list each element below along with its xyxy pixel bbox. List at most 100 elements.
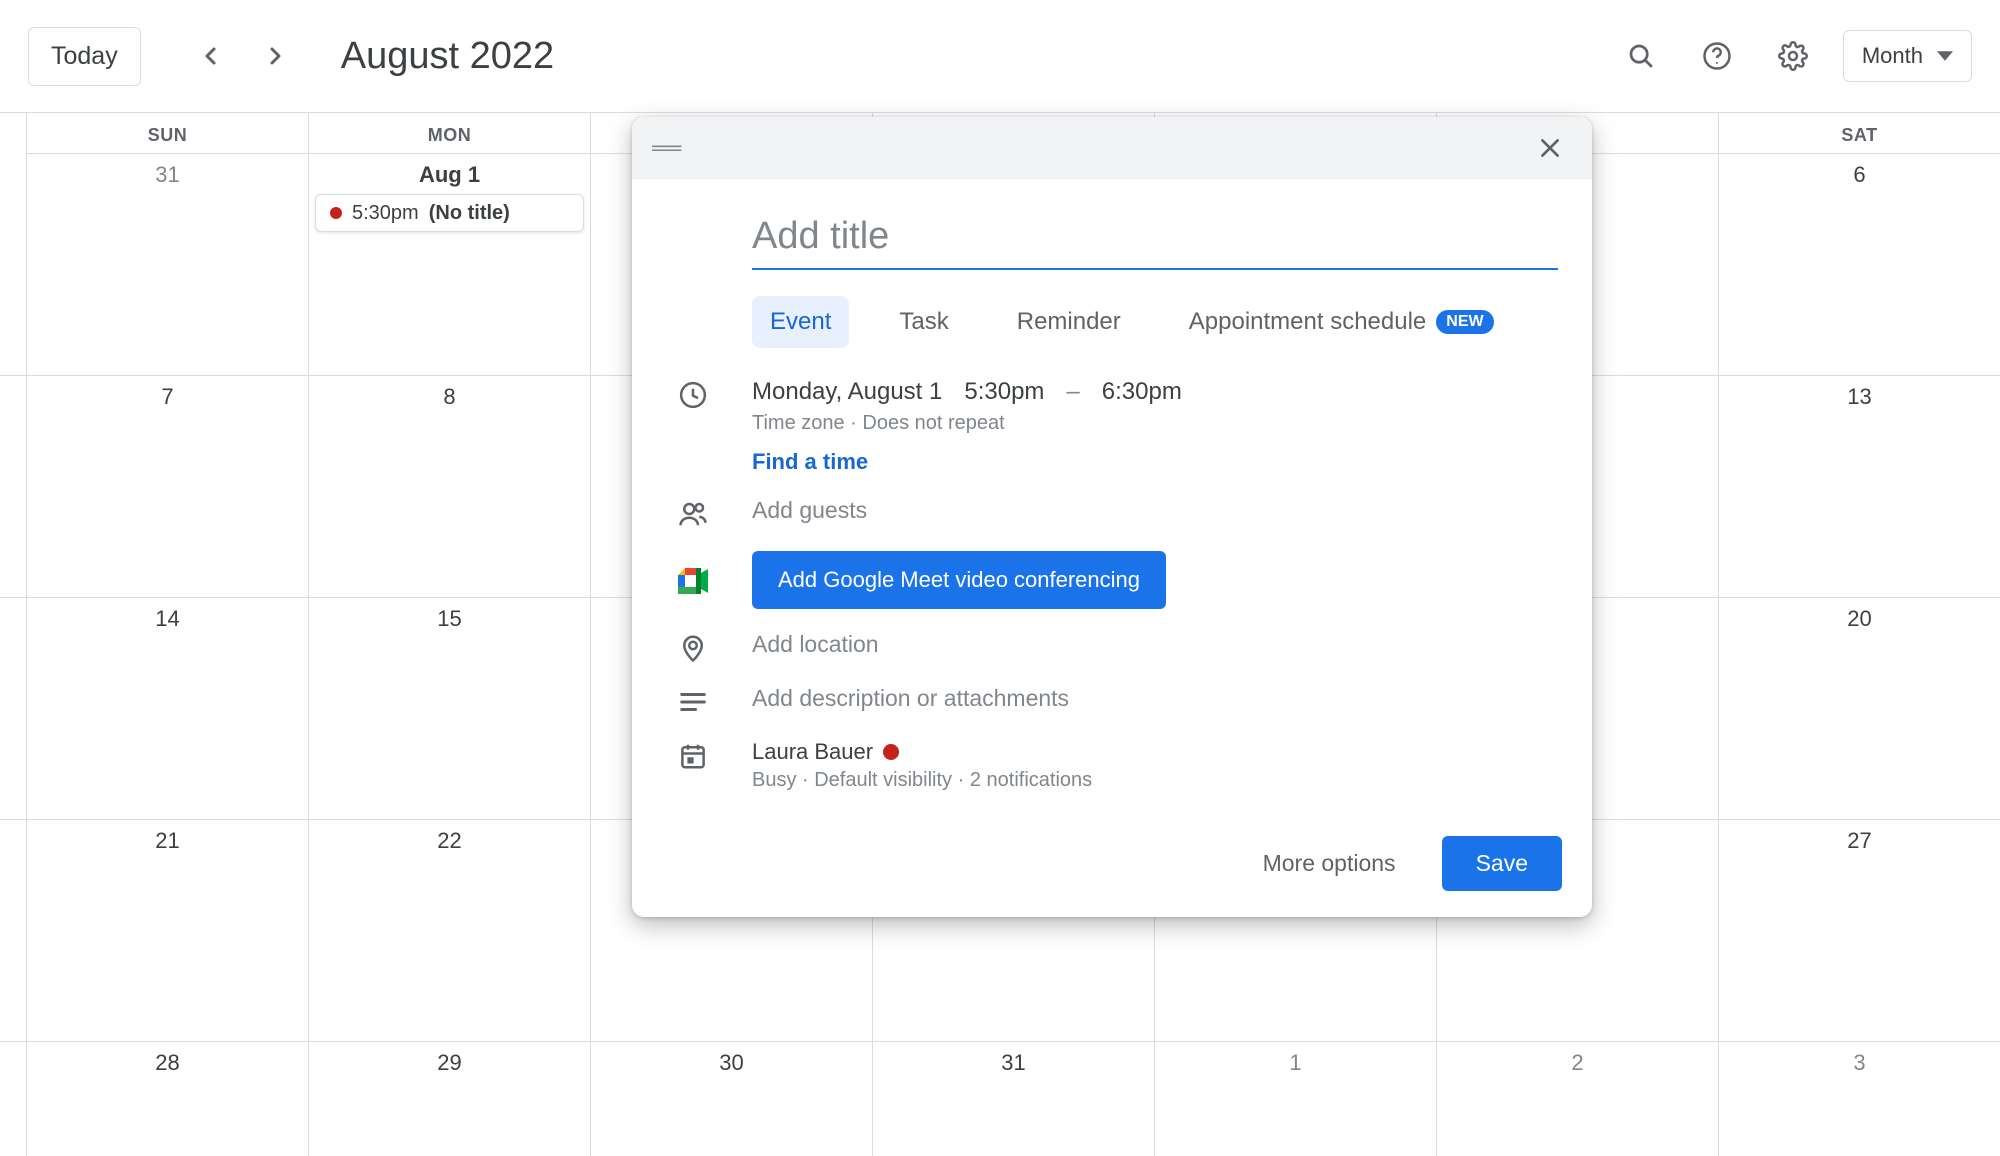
google-meet-icon — [678, 568, 708, 594]
tab-appointment-schedule[interactable]: Appointment schedule NEW — [1171, 296, 1512, 348]
add-meet-button[interactable]: Add Google Meet video conferencing — [752, 551, 1166, 609]
top-toolbar: Today August 2022 Month — [0, 0, 2000, 113]
day-number: 29 — [309, 1042, 590, 1076]
start-time: 5:30pm — [964, 378, 1044, 406]
day-cell[interactable]: Aug 1 5:30pm (No title) — [308, 153, 590, 375]
dialog-footer: More options Save — [632, 816, 1592, 917]
view-selector[interactable]: Month — [1843, 30, 1972, 82]
people-icon — [678, 499, 708, 529]
day-cell[interactable]: 22 — [308, 819, 590, 1041]
view-selector-label: Month — [1862, 43, 1923, 69]
event-type-tabs: Event Task Reminder Appointment schedule… — [752, 296, 1558, 348]
today-button[interactable]: Today — [28, 27, 141, 86]
settings-button[interactable] — [1767, 30, 1819, 82]
tab-event[interactable]: Event — [752, 296, 849, 348]
day-number: 31 — [27, 154, 308, 188]
event-time: 5:30pm — [352, 202, 419, 225]
description-row: Add description or attachments — [666, 685, 1558, 717]
day-cell[interactable]: 13 — [1718, 375, 2000, 597]
day-number: 27 — [1719, 820, 2000, 854]
day-cell[interactable]: 21 — [26, 819, 308, 1041]
datetime-row: Monday, August 1 5:30pm – 6:30pm Time zo… — [666, 378, 1558, 475]
organizer-block[interactable]: Laura Bauer Busy · Default visibility · … — [752, 739, 1558, 792]
day-cell[interactable]: 2 — [1436, 1041, 1718, 1156]
day-cell[interactable]: 27 — [1718, 819, 2000, 1041]
dialog-body: Event Task Reminder Appointment schedule… — [632, 179, 1592, 816]
day-cell[interactable]: 14 — [26, 597, 308, 819]
organizer-name: Laura Bauer — [752, 739, 873, 765]
add-location-field[interactable]: Add location — [752, 631, 1558, 658]
datetime-line[interactable]: Monday, August 1 5:30pm – 6:30pm — [752, 378, 1558, 406]
day-number: 21 — [27, 820, 308, 854]
help-icon — [1702, 41, 1732, 71]
dialog-header: ══ — [632, 117, 1592, 179]
close-icon — [1537, 135, 1563, 161]
calendar-icon — [678, 741, 708, 771]
location-row: Add location — [666, 631, 1558, 663]
tz-repeat-line[interactable]: Time zone · Does not repeat — [752, 412, 1558, 435]
day-cell[interactable]: 30 — [590, 1041, 872, 1156]
event-title-input[interactable] — [752, 209, 1558, 270]
day-cell[interactable]: 29 — [308, 1041, 590, 1156]
day-cell[interactable]: 8 — [308, 375, 590, 597]
day-cell[interactable]: 31 — [872, 1041, 1154, 1156]
clock-icon — [678, 380, 708, 410]
day-number: 20 — [1719, 598, 2000, 632]
day-cell[interactable]: 7 — [26, 375, 308, 597]
toolbar-right: Month — [1615, 30, 1972, 82]
tab-reminder[interactable]: Reminder — [999, 296, 1139, 348]
tab-label: Appointment schedule — [1189, 308, 1427, 336]
dialog-rows: Monday, August 1 5:30pm – 6:30pm Time zo… — [666, 378, 1558, 792]
day-number: 30 — [591, 1042, 872, 1076]
drag-handle-icon[interactable]: ══ — [652, 135, 679, 161]
next-month-button[interactable] — [251, 32, 299, 80]
day-number: 6 — [1719, 154, 2000, 188]
day-number: 1 — [1155, 1042, 1436, 1076]
month-nav — [187, 32, 299, 80]
day-number: 15 — [309, 598, 590, 632]
day-cell[interactable]: 20 — [1718, 597, 2000, 819]
day-number: 3 — [1719, 1042, 2000, 1076]
more-options-button[interactable]: More options — [1245, 836, 1414, 891]
day-number: 8 — [309, 376, 590, 410]
tab-task[interactable]: Task — [881, 296, 966, 348]
day-number: 22 — [309, 820, 590, 854]
day-cell[interactable]: 28 — [26, 1041, 308, 1156]
gear-icon — [1778, 41, 1808, 71]
day-cell[interactable]: 3 — [1718, 1041, 2000, 1156]
event-chip[interactable]: 5:30pm (No title) — [315, 194, 584, 232]
day-number: 31 — [873, 1042, 1154, 1076]
day-cell[interactable]: 31 — [26, 153, 308, 375]
meet-row: Add Google Meet video conferencing — [666, 551, 1558, 609]
date-label: Monday, August 1 — [752, 378, 942, 406]
day-number: Aug 1 — [309, 154, 590, 188]
find-a-time-link[interactable]: Find a time — [752, 449, 868, 475]
description-icon — [678, 687, 708, 717]
day-cell[interactable]: 15 — [308, 597, 590, 819]
chevron-left-icon — [199, 44, 223, 68]
day-number: 28 — [27, 1042, 308, 1076]
weekday-header: SUN — [26, 113, 308, 153]
add-guests-field[interactable]: Add guests — [752, 497, 1558, 524]
triangle-down-icon — [1937, 50, 1953, 62]
location-pin-icon — [678, 633, 708, 663]
save-button[interactable]: Save — [1442, 836, 1562, 891]
day-number: 7 — [27, 376, 308, 410]
organizer-sub: Busy · Default visibility · 2 notificati… — [752, 769, 1558, 792]
weekday-header: SAT — [1718, 113, 2000, 153]
prev-month-button[interactable] — [187, 32, 235, 80]
current-month-title: August 2022 — [341, 35, 554, 78]
search-icon — [1626, 41, 1656, 71]
dash: – — [1066, 378, 1079, 406]
event-dot-icon — [330, 207, 342, 219]
add-description-field[interactable]: Add description or attachments — [752, 685, 1558, 712]
day-cell[interactable]: 6 — [1718, 153, 2000, 375]
organizer-row: Laura Bauer Busy · Default visibility · … — [666, 739, 1558, 792]
new-badge: NEW — [1436, 310, 1493, 334]
help-button[interactable] — [1691, 30, 1743, 82]
busy-dot-icon — [883, 744, 899, 760]
event-title: (No title) — [429, 202, 510, 225]
day-cell[interactable]: 1 — [1154, 1041, 1436, 1156]
close-dialog-button[interactable] — [1528, 126, 1572, 170]
search-button[interactable] — [1615, 30, 1667, 82]
